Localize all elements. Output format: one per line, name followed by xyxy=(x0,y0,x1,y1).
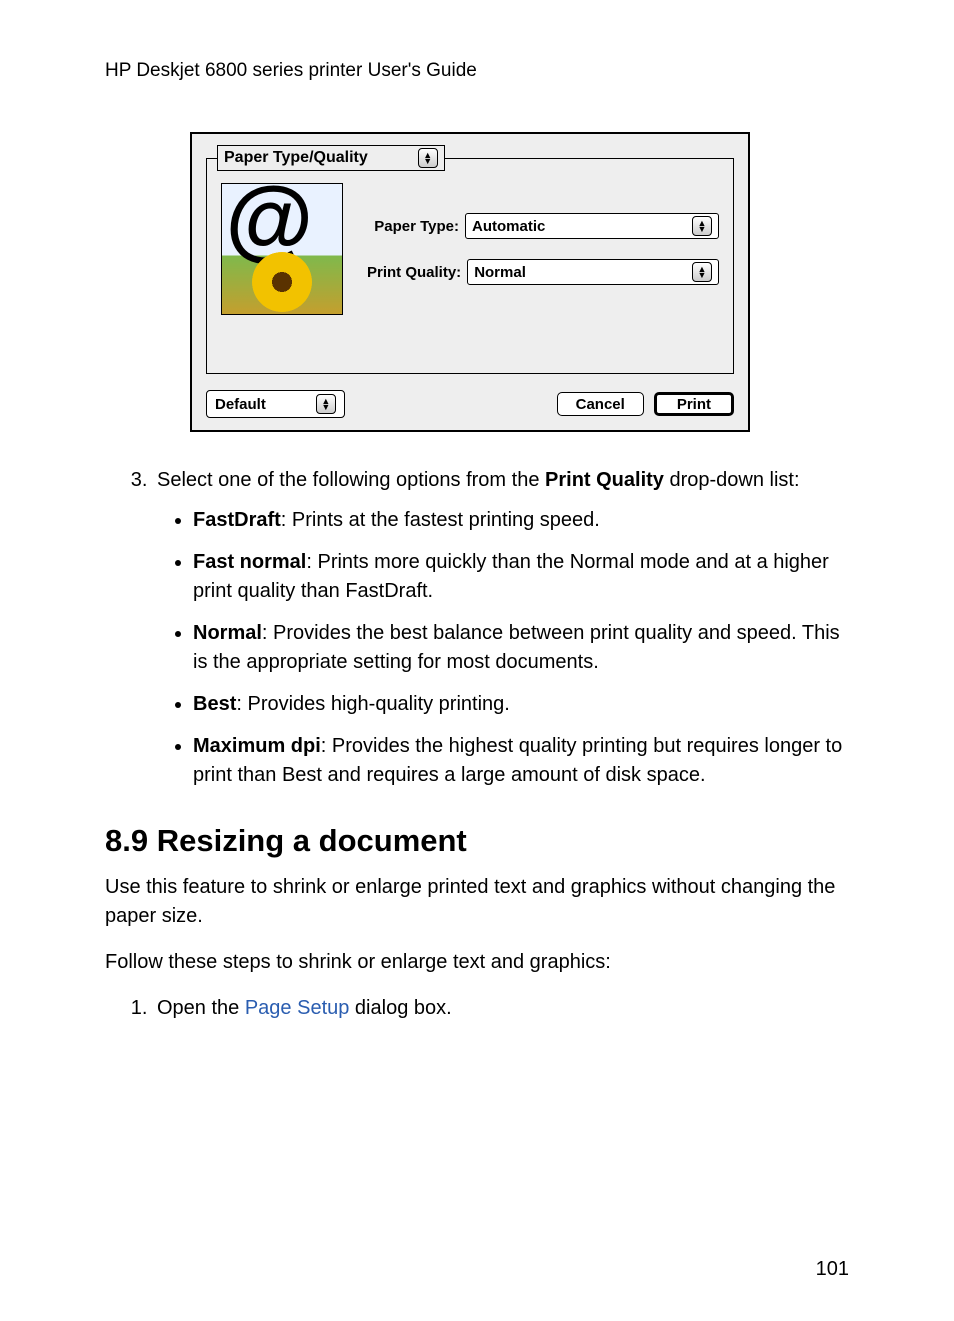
term: FastDraft xyxy=(193,509,281,531)
desc: : Prints at the fastest printing speed. xyxy=(281,509,600,531)
page-header: HP Deskjet 6800 series printer User's Gu… xyxy=(105,60,849,82)
print-quality-select[interactable]: Normal ▲▼ xyxy=(467,259,719,285)
paper-type-value: Automatic xyxy=(472,218,545,235)
list-item: Best: Provides high-quality printing. xyxy=(193,690,849,718)
print-dialog: Paper Type/Quality ▲▼ @ Paper Type: Auto… xyxy=(190,132,750,432)
section-p1: Use this feature to shrink or enlarge pr… xyxy=(105,873,849,930)
list-item: Maximum dpi: Provides the highest qualit… xyxy=(193,732,849,789)
list-item: FastDraft: Prints at the fastest printin… xyxy=(193,506,849,534)
dialog-fieldset: Paper Type/Quality ▲▼ @ Paper Type: Auto… xyxy=(206,158,734,374)
updown-icon[interactable]: ▲▼ xyxy=(692,262,712,282)
step1-pre: Open the xyxy=(157,997,245,1019)
term: Best xyxy=(193,693,236,715)
preview-thumbnail: @ xyxy=(221,183,343,315)
section-p2: Follow these steps to shrink or enlarge … xyxy=(105,948,849,976)
preset-select[interactable]: Default ▲▼ xyxy=(206,390,345,418)
list-item: Normal: Provides the best balance betwee… xyxy=(193,619,849,676)
desc: : Provides high-quality printing. xyxy=(236,693,509,715)
desc: : Provides the best balance between prin… xyxy=(193,622,840,672)
step-3: Select one of the following options from… xyxy=(153,466,849,789)
panel-selector[interactable]: Paper Type/Quality ▲▼ xyxy=(217,145,445,171)
list-item: Fast normal: Prints more quickly than th… xyxy=(193,548,849,605)
section-heading: 8.9 Resizing a document xyxy=(105,823,849,859)
term: Maximum dpi xyxy=(193,735,321,757)
print-quality-value: Normal xyxy=(474,264,526,281)
cancel-button[interactable]: Cancel xyxy=(557,392,644,416)
step-1-resize: Open the Page Setup dialog box. xyxy=(153,994,849,1022)
step3-intro-post: drop-down list: xyxy=(664,469,800,491)
paper-type-label: Paper Type: xyxy=(367,218,459,235)
updown-icon[interactable]: ▲▼ xyxy=(692,216,712,236)
term: Fast normal xyxy=(193,551,306,573)
step3-intro-bold: Print Quality xyxy=(545,469,664,491)
page-number: 101 xyxy=(816,1258,849,1281)
print-button[interactable]: Print xyxy=(654,392,734,416)
updown-icon[interactable]: ▲▼ xyxy=(316,394,336,414)
term: Normal xyxy=(193,622,262,644)
step1-post: dialog box. xyxy=(349,997,451,1019)
preset-label: Default xyxy=(215,396,266,413)
updown-icon[interactable]: ▲▼ xyxy=(418,148,438,168)
panel-selector-label: Paper Type/Quality xyxy=(224,149,368,167)
print-quality-label: Print Quality: xyxy=(367,264,461,281)
page-setup-link[interactable]: Page Setup xyxy=(245,997,350,1019)
step3-intro-pre: Select one of the following options from… xyxy=(157,469,545,491)
sunflower-graphic xyxy=(252,252,312,312)
paper-type-select[interactable]: Automatic ▲▼ xyxy=(465,213,719,239)
